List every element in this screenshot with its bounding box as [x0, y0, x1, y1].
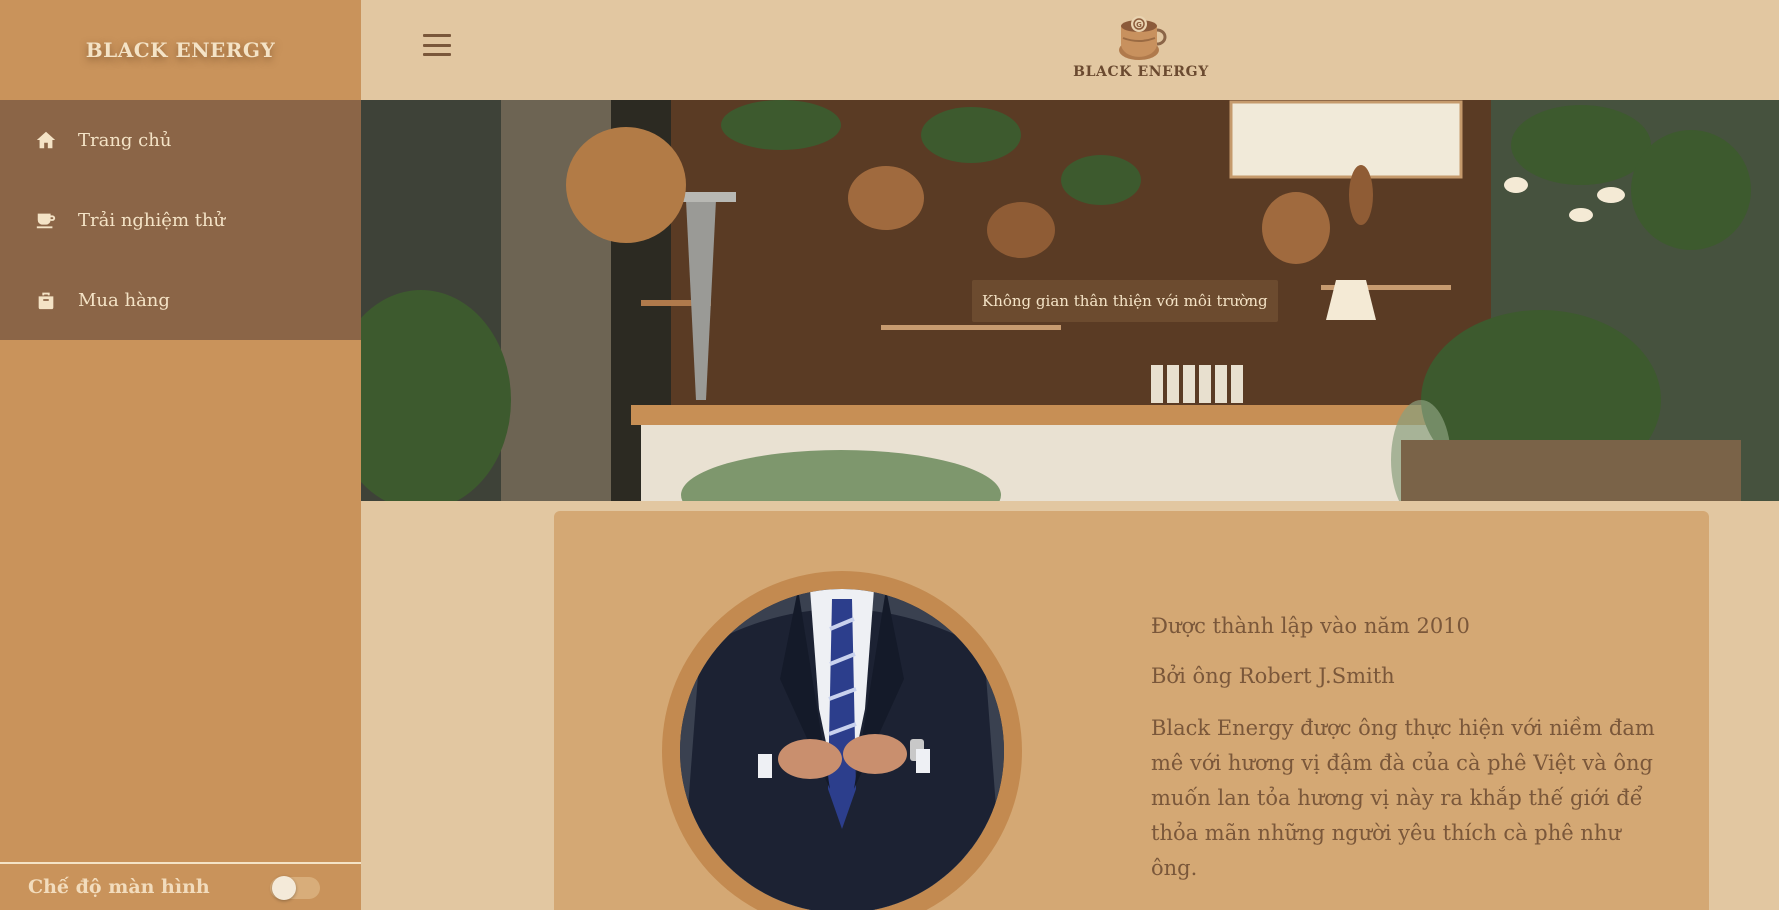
founded-text: Được thành lập vào năm 2010 — [1151, 614, 1470, 638]
founder-photo — [680, 589, 1004, 910]
sidebar-footer: Chế độ màn hình — [0, 862, 361, 910]
sidebar-menu: Trang chủ Trải nghiệm thử Mua hàng — [0, 100, 361, 340]
sidebar: BLACK ENERGY Trang chủ Trải nghiệm thử M… — [0, 0, 361, 910]
home-icon — [34, 128, 58, 152]
sidebar-item-label: Mua hàng — [78, 289, 170, 311]
founder-portrait — [680, 589, 1004, 910]
logo-text: BLACK ENERGY — [1073, 64, 1209, 80]
hero-banner: Không gian thân thiện với môi trường — [361, 100, 1779, 501]
hamburger-icon[interactable] — [423, 32, 451, 58]
top-header: G BLACK ENERGY — [361, 0, 1779, 100]
about-text: Được thành lập vào năm 2010 Bởi ông Robe… — [1151, 611, 1671, 886]
founder-text: Bởi ông Robert J.Smith — [1151, 664, 1395, 688]
coffee-cup-icon — [34, 208, 58, 232]
display-mode-label: Chế độ màn hình — [28, 876, 210, 898]
sidebar-brand: BLACK ENERGY — [85, 38, 276, 62]
sidebar-item-shop[interactable]: Mua hàng — [0, 260, 361, 340]
sidebar-item-home[interactable]: Trang chủ — [0, 100, 361, 180]
sidebar-item-label: Trang chủ — [78, 129, 172, 151]
founder-portrait-frame — [662, 571, 1022, 910]
hero-caption: Không gian thân thiện với môi trường — [972, 280, 1278, 322]
shopping-bag-icon — [34, 288, 58, 312]
coffee-logo-icon: G — [1119, 16, 1167, 60]
about-description: Black Energy được ông thực hiện với niềm… — [1151, 716, 1655, 880]
svg-text:G: G — [1136, 21, 1142, 29]
logo[interactable]: G BLACK ENERGY — [1061, 10, 1221, 90]
about-card: Được thành lập vào năm 2010 Bởi ông Robe… — [554, 511, 1709, 910]
sidebar-item-label: Trải nghiệm thử — [78, 209, 226, 231]
sidebar-item-trial[interactable]: Trải nghiệm thử — [0, 180, 361, 260]
toggle-knob — [272, 876, 296, 900]
display-mode-toggle[interactable] — [270, 876, 320, 900]
